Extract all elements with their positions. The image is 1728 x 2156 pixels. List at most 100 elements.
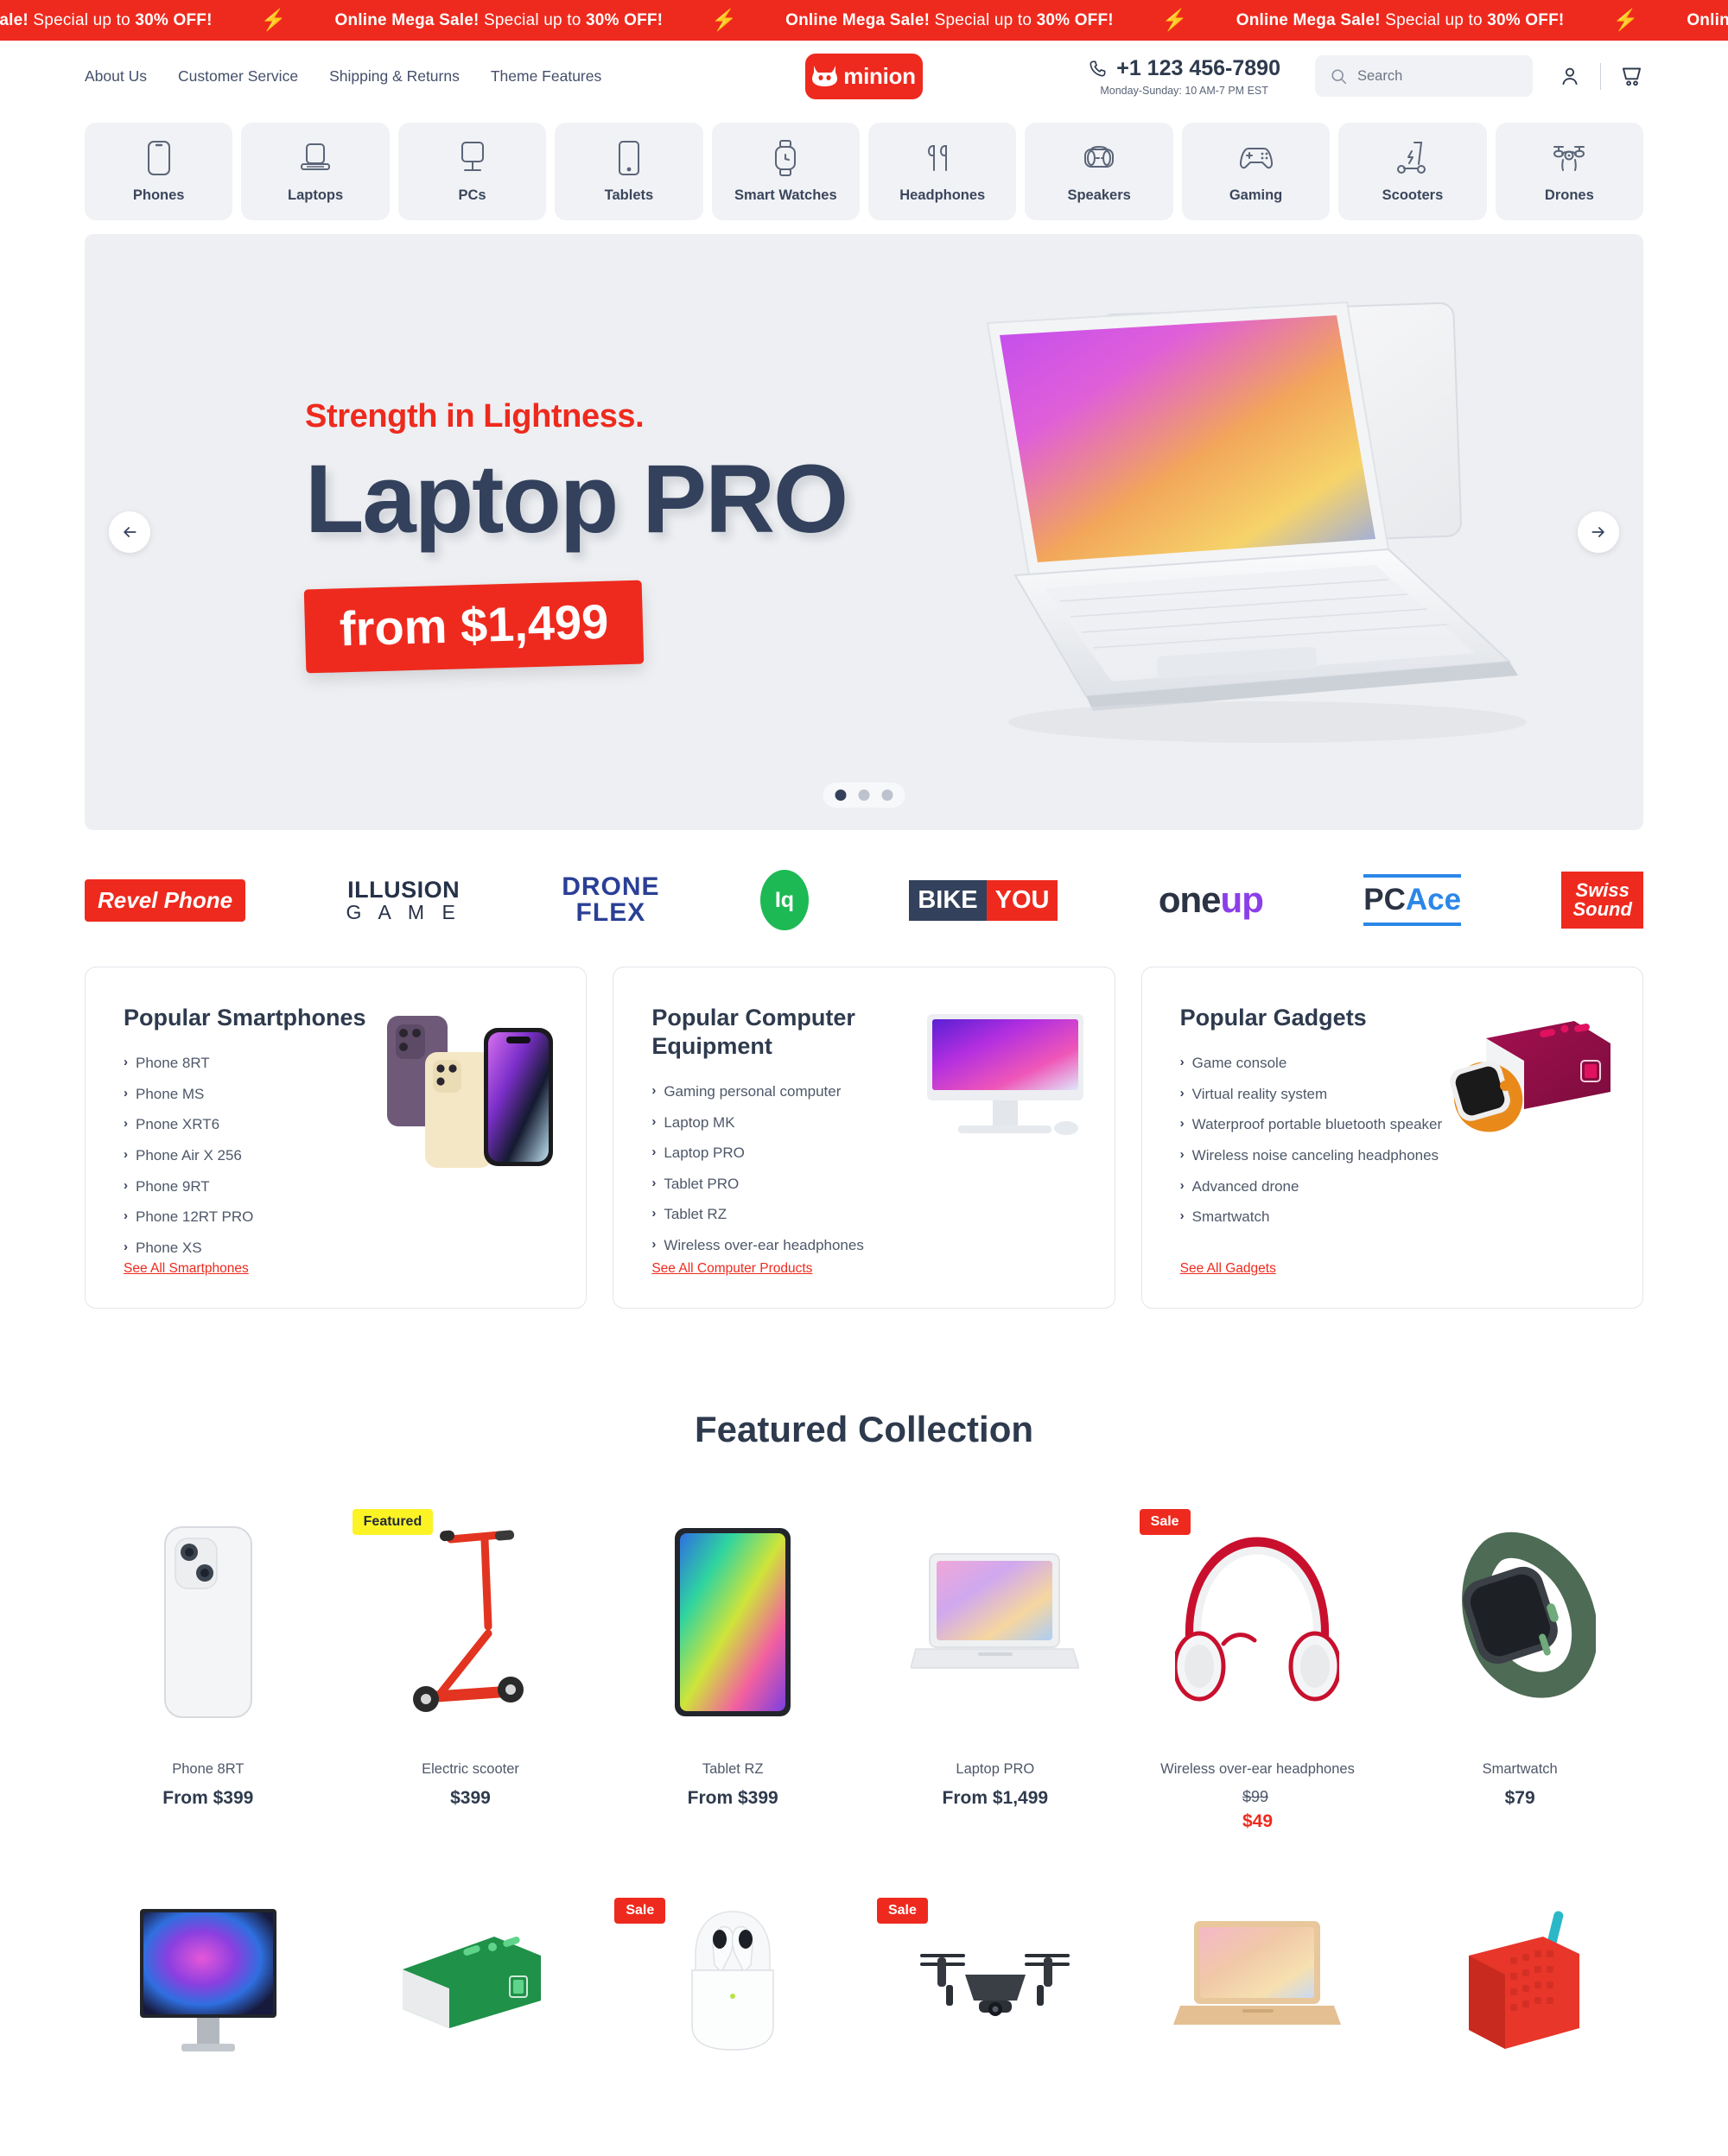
site-header: About Us Customer Service Shipping & Retur… bbox=[0, 41, 1728, 111]
carousel-next-button[interactable] bbox=[1578, 511, 1619, 553]
product-card[interactable]: Phone 8RT From $399 bbox=[85, 1506, 332, 1832]
product-card[interactable]: Sale Wireless over-ear headphones $99 $49 bbox=[1134, 1506, 1382, 1832]
carousel-dot-1[interactable] bbox=[835, 789, 847, 801]
popular-list-item[interactable]: › Gaming personal computer bbox=[651, 1081, 937, 1103]
brand-swiss-sound[interactable]: Swiss Sound bbox=[1561, 872, 1643, 929]
chevron-right-icon: › bbox=[1179, 1054, 1185, 1069]
search-icon bbox=[1330, 67, 1348, 86]
category-gaming[interactable]: Gaming bbox=[1181, 123, 1331, 220]
popular-list-item[interactable]: › Pnone XRT6 bbox=[124, 1114, 409, 1136]
category-headphones[interactable]: Headphones bbox=[868, 123, 1017, 220]
popular-card-title: Popular Gadgets bbox=[1179, 1005, 1367, 1030]
chevron-right-icon: › bbox=[1179, 1177, 1185, 1193]
announcement-bolt: ⚡ bbox=[1153, 8, 1197, 33]
product-card[interactable] bbox=[347, 1894, 594, 2067]
product-card[interactable]: Smartwatch $79 bbox=[1396, 1506, 1643, 1832]
product-card[interactable] bbox=[1396, 1894, 1643, 2067]
red-scooter-image: Featured bbox=[347, 1506, 594, 1739]
popular-list-item[interactable]: › Game console bbox=[1180, 1053, 1465, 1075]
popular-item-label: Wireless over-ear headphones bbox=[664, 1237, 864, 1254]
brand-revel-phone[interactable]: Revel Phone bbox=[85, 873, 246, 927]
carousel-prev-button[interactable] bbox=[109, 511, 150, 553]
popular-list-item[interactable]: › Wireless over-ear headphones bbox=[651, 1235, 937, 1257]
tablet-icon bbox=[615, 140, 643, 176]
chevron-right-icon: › bbox=[124, 1085, 128, 1100]
popular-list-item[interactable]: › Laptop MK bbox=[651, 1113, 937, 1134]
red-speaker-image bbox=[1396, 1894, 1643, 2067]
header-icon-group bbox=[1559, 62, 1643, 90]
popular-list-item[interactable]: › Wireless noise canceling headphones bbox=[1180, 1145, 1465, 1167]
see-all-link[interactable]: See All Smartphones bbox=[124, 1261, 249, 1277]
search-input[interactable]: Search bbox=[1315, 55, 1533, 97]
speaker-icon bbox=[1081, 140, 1117, 176]
product-card[interactable]: Laptop PRO From $1,499 bbox=[872, 1506, 1119, 1832]
shopping-cart-icon[interactable] bbox=[1620, 65, 1643, 88]
topnav-item-shipping-returns[interactable]: Shipping & Returns bbox=[329, 67, 460, 86]
announcement-item: Online Mega Sale! Special up to 30% OFF! bbox=[785, 10, 1114, 29]
popular-cards-row: Popular Smartphones › Phone 8RT › Phone MS › P… bbox=[0, 967, 1728, 1309]
lightning-bolt-icon: ⚡ bbox=[260, 9, 287, 32]
product-card[interactable]: Featured Electric scooter $399 bbox=[347, 1506, 594, 1832]
phone-number[interactable]: +1 123 456-7890 bbox=[1116, 56, 1280, 81]
chevron-right-icon: › bbox=[124, 1146, 128, 1162]
product-name: Smartwatch bbox=[1482, 1761, 1558, 1777]
carousel-dot-3[interactable] bbox=[881, 789, 893, 801]
product-card[interactable] bbox=[1134, 1894, 1382, 2067]
see-all-link[interactable]: See All Computer Products bbox=[651, 1261, 812, 1277]
popular-list-item[interactable]: › Phone Air X 256 bbox=[124, 1145, 409, 1167]
chevron-right-icon: › bbox=[1179, 1208, 1185, 1224]
popular-card: Popular Smartphones › Phone 8RT › Phone MS › P… bbox=[85, 967, 588, 1309]
brand-oneup[interactable]: oneup bbox=[1159, 873, 1264, 927]
category-label: PCs bbox=[458, 187, 486, 203]
popular-list-item[interactable]: › Smartwatch bbox=[1180, 1207, 1465, 1228]
popular-list-item[interactable]: › Phone MS bbox=[124, 1084, 409, 1106]
topnav-item-theme-features[interactable]: Theme Features bbox=[491, 67, 601, 86]
topnav-item-customer-service[interactable]: Customer Service bbox=[178, 67, 298, 86]
hero-title: Laptop PRO bbox=[305, 445, 848, 553]
popular-item-label: Waterproof portable bluetooth speaker bbox=[1191, 1116, 1443, 1133]
see-all-link[interactable]: See All Gadgets bbox=[1180, 1261, 1276, 1277]
brand-pcace[interactable]: PCAce bbox=[1363, 873, 1462, 927]
popular-list-item[interactable]: › Phone 12RT PRO bbox=[124, 1207, 409, 1228]
category-pcs[interactable]: PCs bbox=[397, 123, 547, 220]
category-laptops[interactable]: Laptops bbox=[241, 123, 390, 220]
popular-list-item[interactable]: › Advanced drone bbox=[1180, 1176, 1465, 1198]
category-speakers[interactable]: Speakers bbox=[1025, 123, 1173, 220]
category-smart-watches[interactable]: Smart Watches bbox=[711, 123, 861, 220]
product-card[interactable]: Sale bbox=[609, 1894, 856, 2067]
popular-list-item[interactable]: › Laptop PRO bbox=[651, 1143, 937, 1164]
popular-list-item[interactable]: › Virtual reality system bbox=[1180, 1084, 1465, 1106]
popular-list-item[interactable]: › Tablet PRO bbox=[651, 1174, 937, 1195]
brand-bike-you[interactable]: BIKE YOU bbox=[909, 873, 1058, 927]
drone-image: Sale bbox=[872, 1894, 1119, 2067]
product-price: From $399 bbox=[687, 1788, 778, 1808]
popular-item-label: Advanced drone bbox=[1191, 1177, 1299, 1195]
category-scooters[interactable]: Scooters bbox=[1338, 123, 1487, 220]
popular-item-label: Phone XS bbox=[136, 1239, 202, 1256]
cow-head-icon bbox=[812, 65, 838, 87]
popular-list-item[interactable]: › Phone XS bbox=[124, 1238, 409, 1259]
category-tablets[interactable]: Tablets bbox=[555, 123, 703, 220]
product-card[interactable]: Sale bbox=[872, 1894, 1119, 2067]
brand-drone-flex[interactable]: DRONE FLEX bbox=[562, 873, 659, 927]
popular-list-item[interactable]: › Phone 9RT bbox=[124, 1176, 409, 1198]
popular-item-label: Phone 9RT bbox=[136, 1177, 210, 1195]
product-card[interactable] bbox=[85, 1894, 332, 2067]
popular-list-item[interactable]: › Phone 8RT bbox=[124, 1053, 409, 1075]
brand-iq[interactable]: Iq bbox=[759, 870, 809, 930]
category-drones[interactable]: Drones bbox=[1495, 123, 1644, 220]
brand-illusion-game[interactable]: ILLUSION G A M E bbox=[346, 873, 461, 927]
popular-item-label: Phone 12RT PRO bbox=[136, 1208, 254, 1226]
chevron-right-icon: › bbox=[1179, 1116, 1185, 1132]
popular-list-item[interactable]: › Waterproof portable bluetooth speaker bbox=[1180, 1114, 1465, 1136]
carousel-dot-2[interactable] bbox=[858, 789, 870, 801]
user-account-icon[interactable] bbox=[1559, 65, 1581, 87]
chevron-right-icon: › bbox=[651, 1175, 657, 1190]
site-logo[interactable]: minion bbox=[805, 53, 923, 99]
product-card[interactable]: Tablet RZ From $399 bbox=[609, 1506, 856, 1832]
category-phones[interactable]: Phones bbox=[85, 123, 233, 220]
product-price-sale: $49 bbox=[1242, 1811, 1274, 1831]
popular-list-item[interactable]: › Tablet RZ bbox=[651, 1204, 937, 1226]
earbuds-icon bbox=[926, 140, 959, 176]
topnav-item-about-us[interactable]: About Us bbox=[85, 67, 147, 86]
